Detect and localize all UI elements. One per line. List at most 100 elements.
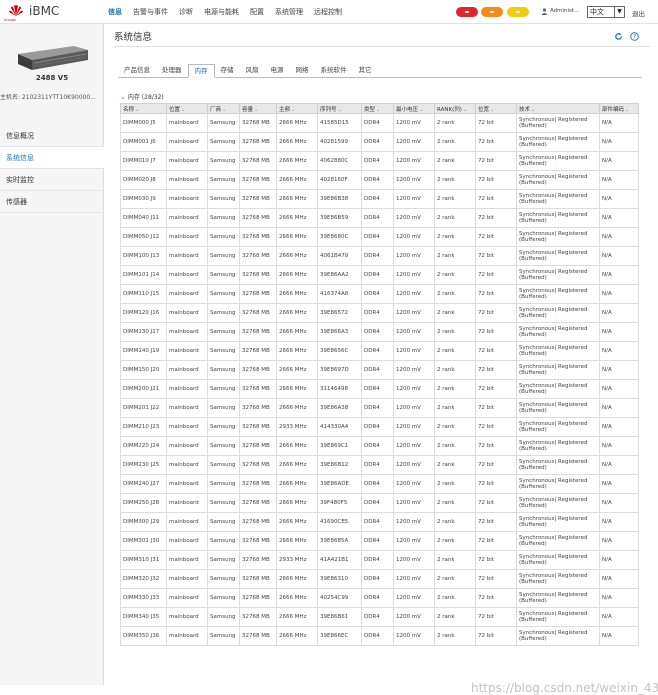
table-cell: DDR4 xyxy=(361,284,394,304)
sort-icon[interactable]: ⌄ xyxy=(181,107,185,113)
table-cell: 39E8697D xyxy=(317,360,362,380)
tab-storage[interactable]: 存储 xyxy=(215,64,240,77)
help-icon[interactable]: ? xyxy=(630,32,639,41)
column-header[interactable]: RANK(列)⌄ xyxy=(434,103,476,114)
table-cell: Samsung xyxy=(207,132,240,152)
table-cell: 2 rank xyxy=(434,208,476,228)
sidebar-item-monitoring[interactable]: 实时监控 xyxy=(0,169,104,191)
sort-icon[interactable]: ⌄ xyxy=(625,107,629,113)
table-cell: Samsung xyxy=(207,436,240,456)
nav-info[interactable]: 信息 xyxy=(108,0,122,24)
table-cell: 39E86572 xyxy=(317,303,362,323)
table-cell: 39E8685A xyxy=(317,531,362,551)
sort-icon[interactable]: ⌄ xyxy=(254,107,258,113)
logout-link[interactable]: 退出 xyxy=(632,8,645,18)
critical-alarm-badge[interactable] xyxy=(456,7,478,17)
table-cell: Samsung xyxy=(207,170,240,190)
minor-alarm-badge[interactable] xyxy=(507,7,529,17)
nav-diagnostics[interactable]: 诊断 xyxy=(179,0,193,24)
sort-icon[interactable]: ⌄ xyxy=(531,107,535,113)
table-cell: mainboard xyxy=(166,455,208,475)
nav-power[interactable]: 电源与能耗 xyxy=(204,0,239,24)
column-header[interactable]: 类型⌄ xyxy=(361,103,394,114)
tab-fans[interactable]: 风扇 xyxy=(240,64,265,77)
table-cell: 1200 mV xyxy=(393,626,435,646)
table-cell: mainboard xyxy=(166,379,208,399)
tab-product-info[interactable]: 产品信息 xyxy=(118,64,156,77)
table-cell: DIMM210 J23 xyxy=(120,417,167,437)
server-icon xyxy=(18,46,88,70)
tab-network[interactable]: 网络 xyxy=(290,64,315,77)
sidebar-item-overview[interactable]: 信息概况 xyxy=(0,125,104,147)
table-cell: 72 bit xyxy=(475,512,517,532)
table-cell: N/A xyxy=(599,588,639,608)
table-cell: DIMM250 J28 xyxy=(120,493,167,513)
table-cell: 1200 mV xyxy=(393,303,435,323)
tab-power[interactable]: 电源 xyxy=(265,64,290,77)
table-cell: mainboard xyxy=(166,512,208,532)
refresh-icon[interactable] xyxy=(614,32,623,41)
table-cell: DIMM220 J24 xyxy=(120,436,167,456)
table-cell: DIMM120 J16 xyxy=(120,303,167,323)
sort-icon[interactable]: ⌄ xyxy=(419,107,423,113)
column-header[interactable]: 位置⌄ xyxy=(166,103,208,114)
nav-remote-control[interactable]: 远程控制 xyxy=(314,0,342,24)
sort-icon[interactable]: ⌄ xyxy=(338,107,342,113)
table-cell: DIMM310 J31 xyxy=(120,550,167,570)
column-header[interactable]: 主频⌄ xyxy=(276,103,318,114)
table-cell: 2666 MHz xyxy=(276,436,318,456)
column-header[interactable]: 容量⌄ xyxy=(239,103,277,114)
table-cell: 4028160F xyxy=(317,170,362,190)
column-header[interactable]: 最小电压⌄ xyxy=(393,103,435,114)
column-header[interactable]: 部件编码⌄ xyxy=(599,103,639,114)
table-cell: 32768 MB xyxy=(239,303,277,323)
user-name[interactable]: Administ... xyxy=(550,8,579,14)
column-header[interactable]: 名称⌄ xyxy=(120,103,167,114)
sidebar-item-sensors[interactable]: 传感器 xyxy=(0,191,104,213)
table-cell: mainboard xyxy=(166,132,208,152)
sort-icon[interactable]: ⌄ xyxy=(463,107,467,113)
table-row: DIMM301 J30 mainboard Samsung 32768 MB 2666 … xyxy=(120,531,639,551)
table-cell: 32768 MB xyxy=(239,208,277,228)
table-cell: 72 bit xyxy=(475,132,517,152)
nav-alarms[interactable]: 告警与事件 xyxy=(133,0,168,24)
table-cell: Synchronous| Registered (Buffered) xyxy=(516,569,600,589)
major-alarm-badge[interactable] xyxy=(481,7,503,17)
tab-processor[interactable]: 处理器 xyxy=(156,64,188,77)
table-cell: 4061B479 xyxy=(317,246,362,266)
chevron-down-icon: ⌄ xyxy=(120,93,126,101)
column-header[interactable]: 序列号⌄ xyxy=(317,103,362,114)
sort-icon[interactable]: ⌄ xyxy=(135,107,139,113)
column-header[interactable]: 厂商⌄ xyxy=(207,103,240,114)
table-cell: Samsung xyxy=(207,474,240,494)
sort-icon[interactable]: ⌄ xyxy=(376,107,380,113)
table-cell: 2666 MHz xyxy=(276,455,318,475)
table-cell: 2933 MHz xyxy=(276,550,318,570)
nav-system-management[interactable]: 系统管理 xyxy=(275,0,303,24)
table-cell: 72 bit xyxy=(475,531,517,551)
table-cell: 40281599 xyxy=(317,132,362,152)
table-cell: DDR4 xyxy=(361,417,394,437)
table-cell: mainboard xyxy=(166,322,208,342)
table-cell: 2 rank xyxy=(434,569,476,589)
memory-section-toggle[interactable]: ⌄ 内存 (28/32) xyxy=(120,92,164,101)
table-cell: Synchronous| Registered (Buffered) xyxy=(516,341,600,361)
tab-other[interactable]: 其它 xyxy=(353,64,378,77)
column-header[interactable]: 位宽⌄ xyxy=(475,103,517,114)
table-cell: Samsung xyxy=(207,531,240,551)
column-header[interactable]: 技术⌄ xyxy=(516,103,600,114)
sort-icon[interactable]: ⌄ xyxy=(291,107,295,113)
sidebar-item-system-info[interactable]: 系统信息 xyxy=(0,147,104,169)
language-select[interactable]: 中文 ▼ xyxy=(587,6,625,18)
table-cell: 72 bit xyxy=(475,398,517,418)
sort-icon[interactable]: ⌄ xyxy=(490,107,494,113)
table-cell: 41690CE5 xyxy=(317,512,362,532)
tab-system-software[interactable]: 系统软件 xyxy=(315,64,353,77)
table-cell: 32768 MB xyxy=(239,170,277,190)
chevron-down-icon: ▼ xyxy=(614,7,624,17)
nav-config[interactable]: 配置 xyxy=(250,0,264,24)
tab-memory[interactable]: 内存 xyxy=(187,64,215,78)
sort-icon[interactable]: ⌄ xyxy=(222,107,226,113)
table-cell: DIMM130 J17 xyxy=(120,322,167,342)
table-cell: 1200 mV xyxy=(393,360,435,380)
